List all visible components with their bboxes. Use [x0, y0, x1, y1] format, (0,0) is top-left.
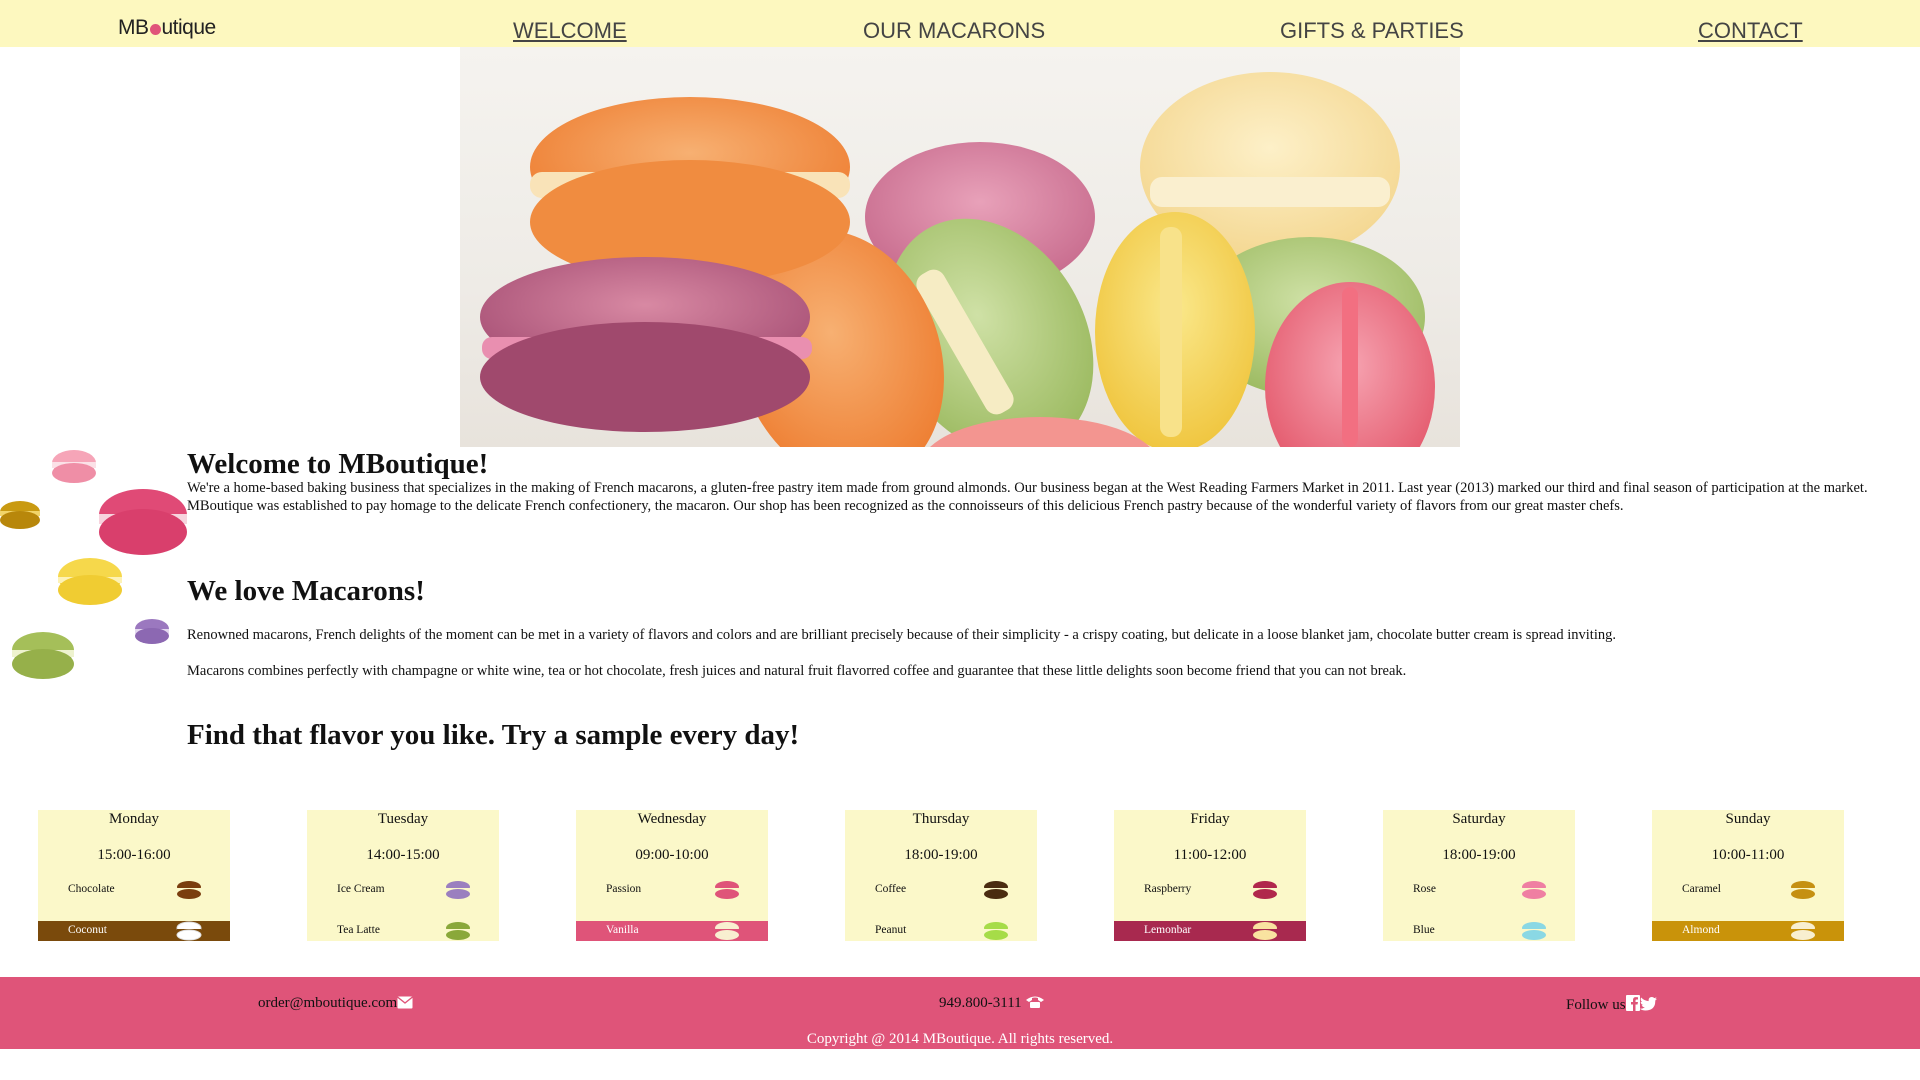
- schedule-card-monday: Monday 15:00-16:00 Chocolate Coconut: [38, 810, 230, 941]
- macaron-icon: [984, 881, 1008, 899]
- macaron-icon: [1791, 922, 1815, 940]
- schedule-day: Tuesday: [377, 811, 429, 827]
- flavor-label: Ice Cream: [337, 883, 385, 895]
- flavor-row: Passion: [576, 880, 768, 900]
- flavor-label: Vanilla: [606, 924, 639, 936]
- macaron-icon: [1522, 881, 1546, 899]
- envelope-icon[interactable]: [397, 996, 414, 1009]
- macaron-icon: [715, 881, 739, 899]
- flavor-row: Coffee: [845, 880, 1037, 900]
- schedule-card-tuesday: Tuesday 14:00-15:00 Ice Cream Tea Latte: [307, 810, 499, 941]
- flavor-row: Raspberry: [1114, 880, 1306, 900]
- hero-macarons-image: [460, 47, 1460, 447]
- flavor-row: Chocolate: [38, 880, 230, 900]
- flavor-label: Almond: [1682, 924, 1720, 936]
- schedule-time: 18:00-19:00: [1442, 847, 1516, 863]
- schedule-time: 10:00-11:00: [1711, 847, 1785, 863]
- flavor-label: Peanut: [875, 924, 907, 936]
- footer-email[interactable]: order@mboutique.com: [258, 995, 414, 1012]
- flavor-label: Lemonbar: [1144, 924, 1192, 936]
- welcome-text: We're a home-based baking business that …: [187, 480, 1868, 514]
- flavor-label: Raspberry: [1144, 883, 1192, 895]
- love-paragraph-2: Macarons combines perfectly with champag…: [187, 663, 1407, 679]
- flavor-label: Tea Latte: [337, 924, 380, 936]
- macaron-icon: [1253, 881, 1277, 899]
- macaron-icon: [984, 922, 1008, 940]
- schedule-card-saturday: Saturday 18:00-19:00 Rose Blue: [1383, 810, 1575, 941]
- email-text[interactable]: order@mboutique.com: [258, 995, 397, 1011]
- footer-phone[interactable]: 949.800-3111: [939, 995, 1045, 1012]
- macaron-icon: [177, 881, 201, 899]
- welcome-section: Welcome to MBoutique! We're a home-based…: [187, 448, 1907, 515]
- love-heading: We love Macarons!: [187, 575, 425, 607]
- flavor-label: Passion: [606, 883, 642, 895]
- schedule-day: Wednesday: [637, 811, 707, 827]
- nav-welcome-link[interactable]: WELCOME: [513, 18, 627, 44]
- flavor-label: Coffee: [875, 883, 907, 895]
- macaron-icon: [446, 922, 470, 940]
- flavor-row: Tea Latte: [307, 921, 499, 941]
- flavor-label: Blue: [1413, 924, 1435, 936]
- macaron-icon: [1253, 922, 1277, 940]
- flavor-row-highlight: Coconut: [38, 921, 230, 941]
- nav-contact-link[interactable]: CONTACT: [1698, 18, 1803, 44]
- welcome-heading: Welcome to MBoutique!: [187, 448, 489, 480]
- macaron-icon: [1791, 881, 1815, 899]
- macaron-icon: [1522, 922, 1546, 940]
- nav-macarons-link[interactable]: OUR MACARONS: [863, 18, 1045, 44]
- top-nav: MB utique WELCOME OUR MACARONS GIFTS & PA…: [0, 0, 1920, 47]
- schedule-day: Saturday: [1452, 811, 1506, 827]
- flavor-label: Caramel: [1682, 883, 1721, 895]
- twitter-icon[interactable]: [1639, 997, 1657, 1011]
- schedule-day: Friday: [1190, 811, 1230, 827]
- flavor-row-highlight: Lemonbar: [1114, 921, 1306, 941]
- decorative-macarons: [0, 440, 200, 700]
- schedule-card-wednesday: Wednesday 09:00-10:00 Passion Vanilla: [576, 810, 768, 941]
- macaron-icon: [446, 881, 470, 899]
- schedule-day: Sunday: [1725, 811, 1771, 827]
- sample-heading: Find that flavor you like. Try a sample …: [187, 719, 800, 751]
- flavor-row: Ice Cream: [307, 880, 499, 900]
- macaron-icon: [715, 922, 739, 940]
- flavor-label: Rose: [1413, 883, 1436, 895]
- flavor-row-highlight: Almond: [1652, 921, 1844, 941]
- schedule-time: 11:00-12:00: [1173, 847, 1247, 863]
- schedule-time: 15:00-16:00: [97, 847, 171, 863]
- schedule-time: 09:00-10:00: [635, 847, 709, 863]
- copyright: Copyright @ 2014 MBoutique. All rights r…: [806, 1031, 1114, 1047]
- logo-text-right: utique: [161, 16, 217, 39]
- schedule-card-friday: Friday 11:00-12:00 Raspberry Lemonbar: [1114, 810, 1306, 941]
- footer: order@mboutique.com 949.800-3111 Follow …: [0, 977, 1920, 1049]
- flavor-row-highlight: Vanilla: [576, 921, 768, 941]
- phone-icon[interactable]: [1025, 995, 1045, 1009]
- nav-gifts-link[interactable]: GIFTS & PARTIES: [1280, 18, 1464, 44]
- schedule-time: 14:00-15:00: [366, 847, 440, 863]
- schedule-time: 18:00-19:00: [904, 847, 978, 863]
- brand-logo[interactable]: MB utique: [118, 16, 216, 40]
- macaron-icon: [176, 921, 202, 941]
- flavor-row: Blue: [1383, 921, 1575, 941]
- logo-text-left: MB: [118, 16, 149, 39]
- love-section: We love Macarons! Renowned macarons, Fre…: [187, 575, 1907, 680]
- sample-section: Find that flavor you like. Try a sample …: [187, 719, 1907, 752]
- facebook-icon[interactable]: [1625, 995, 1640, 1011]
- schedule-card-sunday: Sunday 10:00-11:00 Caramel Almond: [1652, 810, 1844, 941]
- love-paragraph-1: Renowned macarons, French delights of th…: [187, 627, 1616, 643]
- follow-text: Follow us: [1566, 997, 1626, 1013]
- logo-dot-icon: [149, 24, 161, 35]
- flavor-label: Chocolate: [68, 883, 115, 895]
- flavor-label: Coconut: [68, 924, 107, 936]
- flavor-row: Rose: [1383, 880, 1575, 900]
- footer-follow: Follow us: [1566, 995, 1657, 1014]
- schedule-day: Monday: [109, 811, 159, 827]
- flavor-row: Caramel: [1652, 880, 1844, 900]
- phone-text[interactable]: 949.800-3111: [939, 995, 1022, 1011]
- schedule-day: Thursday: [912, 811, 970, 827]
- flavor-row: Peanut: [845, 921, 1037, 941]
- schedule-card-thursday: Thursday 18:00-19:00 Coffee Peanut: [845, 810, 1037, 941]
